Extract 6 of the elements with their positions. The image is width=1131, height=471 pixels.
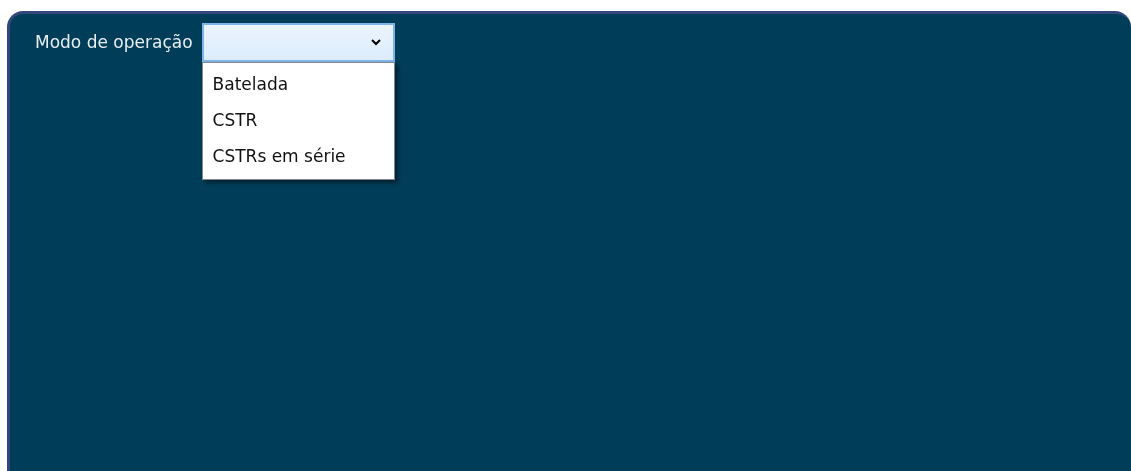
chevron-down-icon <box>370 39 381 46</box>
dropdown-option[interactable]: CSTRs em série <box>202 139 394 175</box>
dropdown-field[interactable] <box>201 23 395 62</box>
field-label: Modo de operação <box>35 30 193 54</box>
dropdown-option[interactable]: Batelada <box>202 67 394 103</box>
dropdown-option[interactable]: CSTR <box>202 103 394 139</box>
